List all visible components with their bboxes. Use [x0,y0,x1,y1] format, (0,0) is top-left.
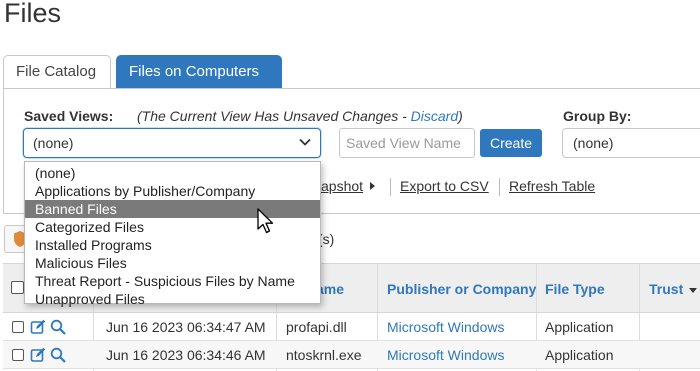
row-file-name: ntoskrnl.exe [286,347,362,363]
row-file-name: profapi.dll [286,319,347,335]
saved-views-select[interactable]: (none) [23,128,321,158]
edit-icon[interactable] [30,319,46,335]
chevron-down-icon [299,138,311,146]
dropdown-option-applications-by-publisher[interactable]: Applications by Publisher/Company [25,182,320,200]
row-checkbox[interactable] [12,349,24,361]
dropdown-option-unapproved-files[interactable]: Unapproved Files [25,290,320,308]
dropdown-option-threat-report[interactable]: Threat Report - Suspicious Files by Name [25,272,320,290]
dropdown-option-malicious-files[interactable]: Malicious Files [25,254,320,272]
row-checkbox[interactable] [12,321,24,333]
sort-desc-icon [689,287,698,293]
discard-link[interactable]: Discard [411,108,458,124]
row-publisher-link[interactable]: Microsoft Windows [387,313,504,341]
row-file-type: Application [545,319,614,335]
edit-icon[interactable] [30,347,46,363]
tab-file-catalog[interactable]: File Catalog [3,55,111,89]
saved-views-dropdown: (none) Applications by Publisher/Company… [24,161,321,307]
group-by-select[interactable]: (none) [562,128,700,158]
select-all-checkbox[interactable] [11,281,24,294]
toolbar-divider [390,178,391,196]
column-header-publisher[interactable]: Publisher or Company [387,264,536,314]
snapshot-menu[interactable]: apshot [321,178,363,194]
row-publisher-link[interactable]: Microsoft Windows [387,341,504,369]
export-csv-link[interactable]: Export to CSV [400,178,489,194]
group-by-label: Group By: [563,108,632,124]
dropdown-option-none[interactable]: (none) [25,164,320,182]
table-row[interactable]: Jun 16 2023 06:34:46 AM ntoskrnl.exe Mic… [3,341,700,369]
dropdown-option-banned-files[interactable]: Banned Files [25,200,320,218]
row-date: Jun 16 2023 06:34:47 AM [106,319,266,335]
column-header-trust[interactable]: Trust [649,264,698,314]
saved-views-value: (none) [33,135,74,151]
dropdown-option-installed-programs[interactable]: Installed Programs [25,236,320,254]
caret-right-icon [370,182,375,190]
saved-view-name-input[interactable]: Saved View Name [339,128,475,158]
page-title: Files [4,0,62,28]
dropdown-option-categorized-files[interactable]: Categorized Files [25,218,320,236]
refresh-table-link[interactable]: Refresh Table [509,178,595,194]
column-header-file-type[interactable]: File Type [545,264,605,314]
unsaved-suffix: ) [458,108,463,124]
toolbar-divider [499,178,500,196]
search-icon[interactable] [50,319,66,335]
row-file-type: Application [545,347,614,363]
unsaved-prefix: (The Current View Has Unsaved Changes - [137,108,411,124]
trust-header-label: Trust [649,281,684,297]
unsaved-changes-note: (The Current View Has Unsaved Changes - … [137,108,463,124]
table-row[interactable]: Jun 16 2023 06:34:47 AM profapi.dll Micr… [3,313,700,341]
create-button[interactable]: Create [480,129,542,157]
tab-files-on-computers[interactable]: Files on Computers [116,55,282,89]
row-date: Jun 16 2023 06:34:46 AM [106,347,266,363]
search-icon[interactable] [50,347,66,363]
saved-views-label: Saved Views: [24,108,114,124]
